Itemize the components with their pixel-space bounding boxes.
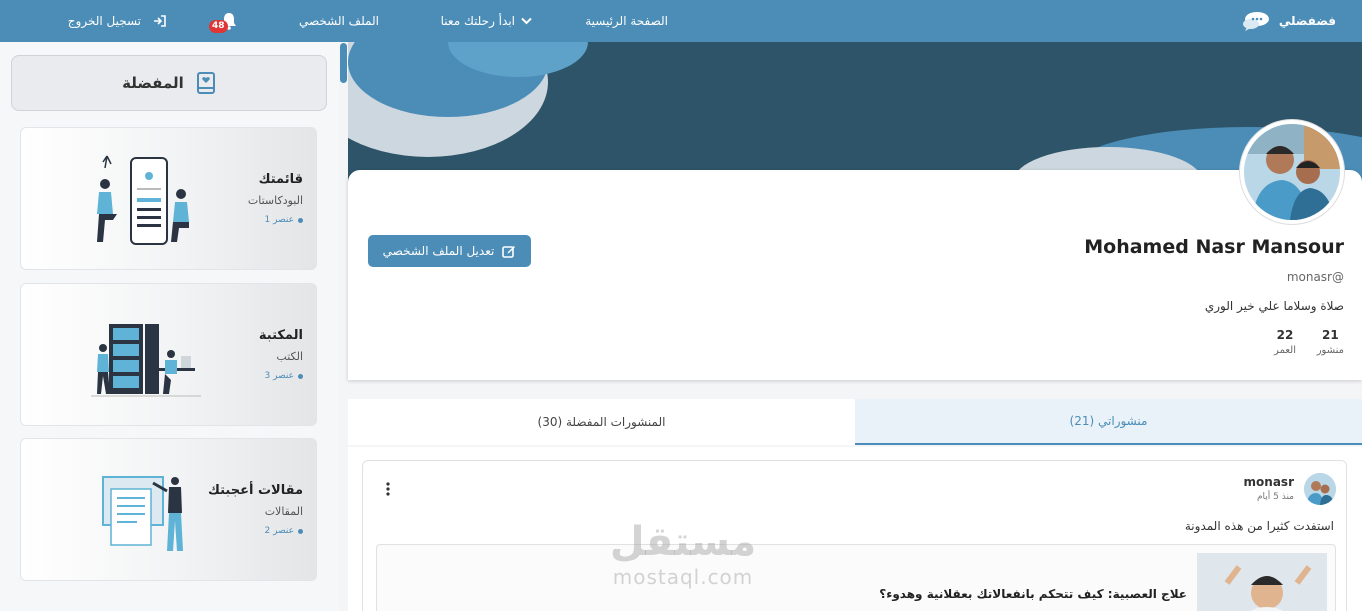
favorites-sidebar: المفضلة قائمتك البودكاستات 1 عنصر المكتب… xyxy=(0,42,339,611)
post-time: منذ 5 أيام xyxy=(1256,492,1294,502)
favorite-card-podcasts[interactable]: قائمتك البودكاستات 1 عنصر xyxy=(20,127,317,270)
post-username[interactable]: monasr xyxy=(1244,475,1294,489)
watermark-arabic: مستقل xyxy=(609,519,757,565)
profile-card: Mohamed Nasr Mansour monasr@ صلاة وسلاما… xyxy=(348,170,1362,380)
nav-journey-label: ابدأ رحلتك معنا xyxy=(440,14,515,28)
profile-banner xyxy=(348,42,1362,182)
card-count: 1 عنصر xyxy=(265,215,303,225)
stat-age-value: 22 xyxy=(1276,328,1294,342)
articles-illustration xyxy=(102,476,183,551)
stat-age: 22 العمر xyxy=(1274,328,1296,356)
stat-posts-label: منشور xyxy=(1316,345,1344,356)
watermark: مستقل mostaql.com xyxy=(598,518,768,598)
podcast-illustration xyxy=(97,155,189,245)
card-subtitle: الكتب xyxy=(276,350,303,363)
chevron-down-icon xyxy=(521,17,532,25)
bullet-dot xyxy=(298,373,303,379)
card-subtitle: المقالات xyxy=(264,505,303,518)
card-title: مقالات أعجبتك xyxy=(208,483,303,498)
post-text: استفدت كثيرا من هذه المدونة xyxy=(1184,519,1334,533)
avatar-photo xyxy=(1244,124,1340,220)
library-illustration xyxy=(91,324,201,397)
notifications-badge: 48 xyxy=(209,20,228,33)
edit-icon xyxy=(502,246,516,258)
post-avatar-photo xyxy=(1304,473,1336,505)
favorites-title: المفضلة xyxy=(122,74,184,92)
profile-bio: صلاة وسلاما علي خير الوري xyxy=(1204,299,1344,313)
bullet-dot xyxy=(298,217,303,223)
edit-profile-button[interactable]: تعديل الملف الشخصي xyxy=(368,235,531,267)
card-count: 3 عنصر xyxy=(265,371,303,381)
card-subtitle: البودكاستات xyxy=(247,194,303,207)
more-options-icon[interactable] xyxy=(385,481,391,497)
tab-my-posts[interactable]: منشوراتي (21) xyxy=(855,399,1362,445)
card-count-text: 3 عنصر xyxy=(264,371,294,381)
logout-icon xyxy=(154,15,166,27)
card-count: 2 عنصر xyxy=(265,526,303,536)
card-count-text: 1 عنصر xyxy=(264,215,294,225)
tab-favorite-posts[interactable]: المنشورات المفضلة (30) xyxy=(348,399,855,445)
embed-title: علاج العصبية: كيف تتحكم بانفعالاتك بعقلا… xyxy=(879,587,1187,601)
profile-handle: monasr@ xyxy=(1286,270,1344,284)
banner-shapes xyxy=(348,42,1362,182)
card-count-text: 2 عنصر xyxy=(264,526,294,536)
logo-text: فضفضلي xyxy=(1278,14,1336,28)
bookmark-book-icon xyxy=(196,72,215,94)
nav-home-link[interactable]: الصفحة الرئيسية xyxy=(585,0,668,42)
post-avatar[interactable] xyxy=(1304,473,1336,505)
notifications-button[interactable]: 48 xyxy=(209,0,240,42)
profile-name: Mohamed Nasr Mansour xyxy=(1084,236,1344,258)
post-card: monasr منذ 5 أيام استفدت كثيرا من هذه ال… xyxy=(362,460,1347,611)
favorites-header[interactable]: المفضلة xyxy=(11,55,327,111)
post-embed-link[interactable]: علاج العصبية: كيف تتحكم بانفعالاتك بعقلا… xyxy=(376,544,1336,611)
nav-profile-link[interactable]: الملف الشخصي xyxy=(299,0,379,42)
embed-thumbnail xyxy=(1197,553,1327,611)
bullet-dot xyxy=(298,528,303,534)
top-navbar: فضفضلي الصفحة الرئيسية ابدأ رحلتك معنا ا… xyxy=(0,0,1362,42)
logout-label: تسجيل الخروج xyxy=(67,14,141,28)
stat-age-label: العمر xyxy=(1274,345,1296,356)
profile-avatar[interactable] xyxy=(1240,120,1344,224)
logout-button[interactable]: تسجيل الخروج xyxy=(68,0,166,42)
site-logo[interactable]: فضفضلي xyxy=(1241,0,1336,42)
favorite-card-articles[interactable]: مقالات أعجبتك المقالات 2 عنصر xyxy=(20,438,317,581)
stat-posts-value: 21 xyxy=(1322,328,1339,342)
favorite-card-library[interactable]: المكتبة الكتب 3 عنصر xyxy=(20,283,317,426)
watermark-latin: mostaql.com xyxy=(612,565,754,589)
posts-area: monasr منذ 5 أيام استفدت كثيرا من هذه ال… xyxy=(348,447,1362,611)
logo-icon xyxy=(1242,12,1269,31)
edit-profile-label: تعديل الملف الشخصي xyxy=(382,244,495,258)
card-title: قائمتك xyxy=(258,172,303,187)
nav-journey-dropdown[interactable]: ابدأ رحلتك معنا xyxy=(441,0,532,42)
embed-thumbnail-image xyxy=(1197,553,1327,611)
scrollbar-thumb[interactable] xyxy=(340,43,347,83)
card-title: المكتبة xyxy=(258,328,303,343)
stat-posts: 21 منشور xyxy=(1317,328,1344,356)
profile-tabs: منشوراتي (21) المنشورات المفضلة (30) xyxy=(348,399,1362,445)
